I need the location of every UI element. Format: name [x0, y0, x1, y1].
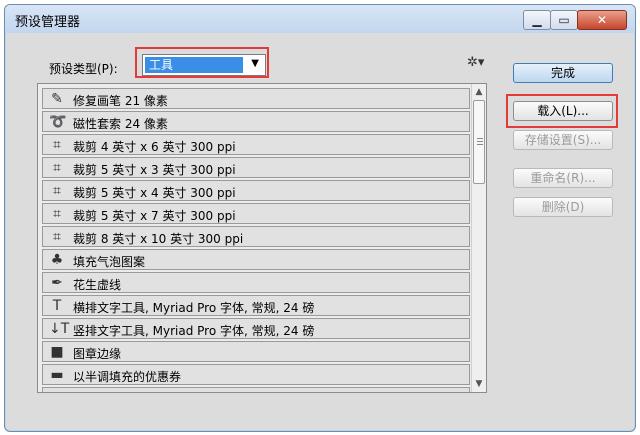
preset-item-label: 裁剪 8 英寸 x 10 英寸 300 ppi [73, 232, 244, 246]
preset-item-label: 裁剪 5 英寸 x 7 英寸 300 ppi [73, 209, 236, 223]
save-settings-button[interactable]: 存储设置(S)... [513, 130, 613, 150]
lasso-icon: ➰ [49, 114, 67, 130]
scroll-thumb[interactable] [473, 100, 485, 184]
text-vertical-icon: ↓T [49, 321, 70, 337]
preset-list-item[interactable]: ✒ 花生虚线 [42, 272, 470, 293]
rounded-rectangle-icon: ▬ [50, 367, 64, 383]
close-icon: ✕ [596, 13, 608, 27]
scroll-up-icon[interactable]: ▲ [473, 86, 485, 98]
pen-icon: ✒ [51, 275, 63, 291]
preset-list-item[interactable]: ▬ 以半调填充的优惠券 [42, 364, 470, 385]
preset-item-label: 裁剪 5 英寸 x 3 英寸 300 ppi [73, 163, 236, 177]
load-button-highlight [506, 94, 618, 128]
preset-item-label: 横排文字工具, Myriad Pro 字体, 常规, 24 磅 [73, 301, 315, 315]
done-button[interactable]: 完成 [513, 63, 613, 83]
preset-list-item[interactable]: ⌗ 裁剪 8 英寸 x 10 英寸 300 ppi [42, 226, 470, 247]
preset-manager-window: 预设管理器 ▁ ▭ ✕ 预设类型(P): 工具 ▼ ✲▾ ✎ 修复画笔 21 像素… [4, 4, 636, 432]
preset-list-item[interactable]: T 横排文字工具, Myriad Pro 字体, 常规, 24 磅 [42, 295, 470, 316]
crop-icon: ⌗ [53, 183, 61, 199]
preset-item-label: 花生虚线 [73, 278, 122, 292]
preset-item-label: 以半调填充的优惠券 [73, 370, 182, 384]
preset-list-item[interactable]: ▬ 木製框 [42, 387, 470, 392]
preset-list: ✎ 修复画笔 21 像素 ➰ 磁性套索 24 像素 ⌗ 裁剪 4 英寸 x 6 英寸 30… [37, 83, 487, 393]
preset-list-item[interactable]: ⌗ 裁剪 5 英寸 x 7 英寸 300 ppi [42, 203, 470, 224]
grip-line [477, 144, 483, 145]
grip-line [477, 138, 483, 139]
preset-item-label: 裁剪 5 英寸 x 4 英寸 300 ppi [73, 186, 236, 200]
crop-icon: ⌗ [53, 160, 61, 176]
preset-item-label: 图章边缘 [73, 347, 122, 361]
preset-item-label: 磁性套索 24 像素 [73, 117, 168, 131]
minimize-icon: ▁ [532, 13, 542, 27]
title-bar[interactable]: 预设管理器 ▁ ▭ ✕ [5, 5, 635, 33]
paint-bucket-icon: ♣ [50, 252, 64, 268]
preset-list-item[interactable]: ➰ 磁性套索 24 像素 [42, 111, 470, 132]
rectangle-icon: ■ [50, 344, 64, 360]
preset-list-item[interactable]: ↓T 竖排文字工具, Myriad Pro 字体, 常规, 24 磅 [42, 318, 470, 339]
crop-icon: ⌗ [53, 206, 61, 222]
preset-list-item[interactable]: ♣ 填充气泡图案 [42, 249, 470, 270]
scroll-down-icon[interactable]: ▼ [473, 378, 485, 390]
preset-item-label: 修复画笔 21 像素 [73, 94, 168, 108]
minimize-button[interactable]: ▁ [523, 10, 551, 30]
preset-item-label: 填充气泡图案 [73, 255, 146, 269]
crop-icon: ⌗ [53, 229, 61, 245]
preset-item-label: 竖排文字工具, Myriad Pro 字体, 常规, 24 磅 [73, 324, 315, 338]
preset-list-item[interactable]: ⌗ 裁剪 5 英寸 x 4 英寸 300 ppi [42, 180, 470, 201]
crop-icon: ⌗ [53, 137, 61, 153]
bandage-icon: ✎ [51, 91, 63, 107]
preset-list-item[interactable]: ■ 图章边缘 [42, 341, 470, 362]
maximize-icon: ▭ [558, 13, 570, 27]
rename-button[interactable]: 重命名(R)... [513, 168, 613, 188]
preset-type-label: 预设类型(P): [49, 62, 118, 76]
vertical-scrollbar[interactable]: ▲ ▼ [471, 84, 486, 392]
maximize-button[interactable]: ▭ [550, 10, 578, 30]
gear-menu-icon[interactable]: ✲▾ [467, 55, 484, 70]
preset-list-item[interactable]: ⌗ 裁剪 4 英寸 x 6 英寸 300 ppi [42, 134, 470, 155]
rounded-rectangle-icon: ▬ [49, 390, 65, 392]
preset-item-label: 裁剪 4 英寸 x 6 英寸 300 ppi [73, 140, 236, 154]
grip-line [477, 141, 483, 142]
delete-button[interactable]: 删除(D) [513, 197, 613, 217]
preset-list-item[interactable]: ⌗ 裁剪 5 英寸 x 3 英寸 300 ppi [42, 157, 470, 178]
preset-type-highlight [135, 47, 269, 78]
preset-list-item[interactable]: ✎ 修复画笔 21 像素 [42, 88, 470, 109]
preset-item-label: 木製框 [73, 391, 109, 392]
preset-rows: ✎ 修复画笔 21 像素 ➰ 磁性套索 24 像素 ⌗ 裁剪 4 英寸 x 6 英寸 30… [38, 84, 470, 392]
close-button[interactable]: ✕ [577, 10, 627, 30]
text-horizontal-icon: T [52, 298, 62, 314]
window-title: 预设管理器 [15, 15, 81, 30]
